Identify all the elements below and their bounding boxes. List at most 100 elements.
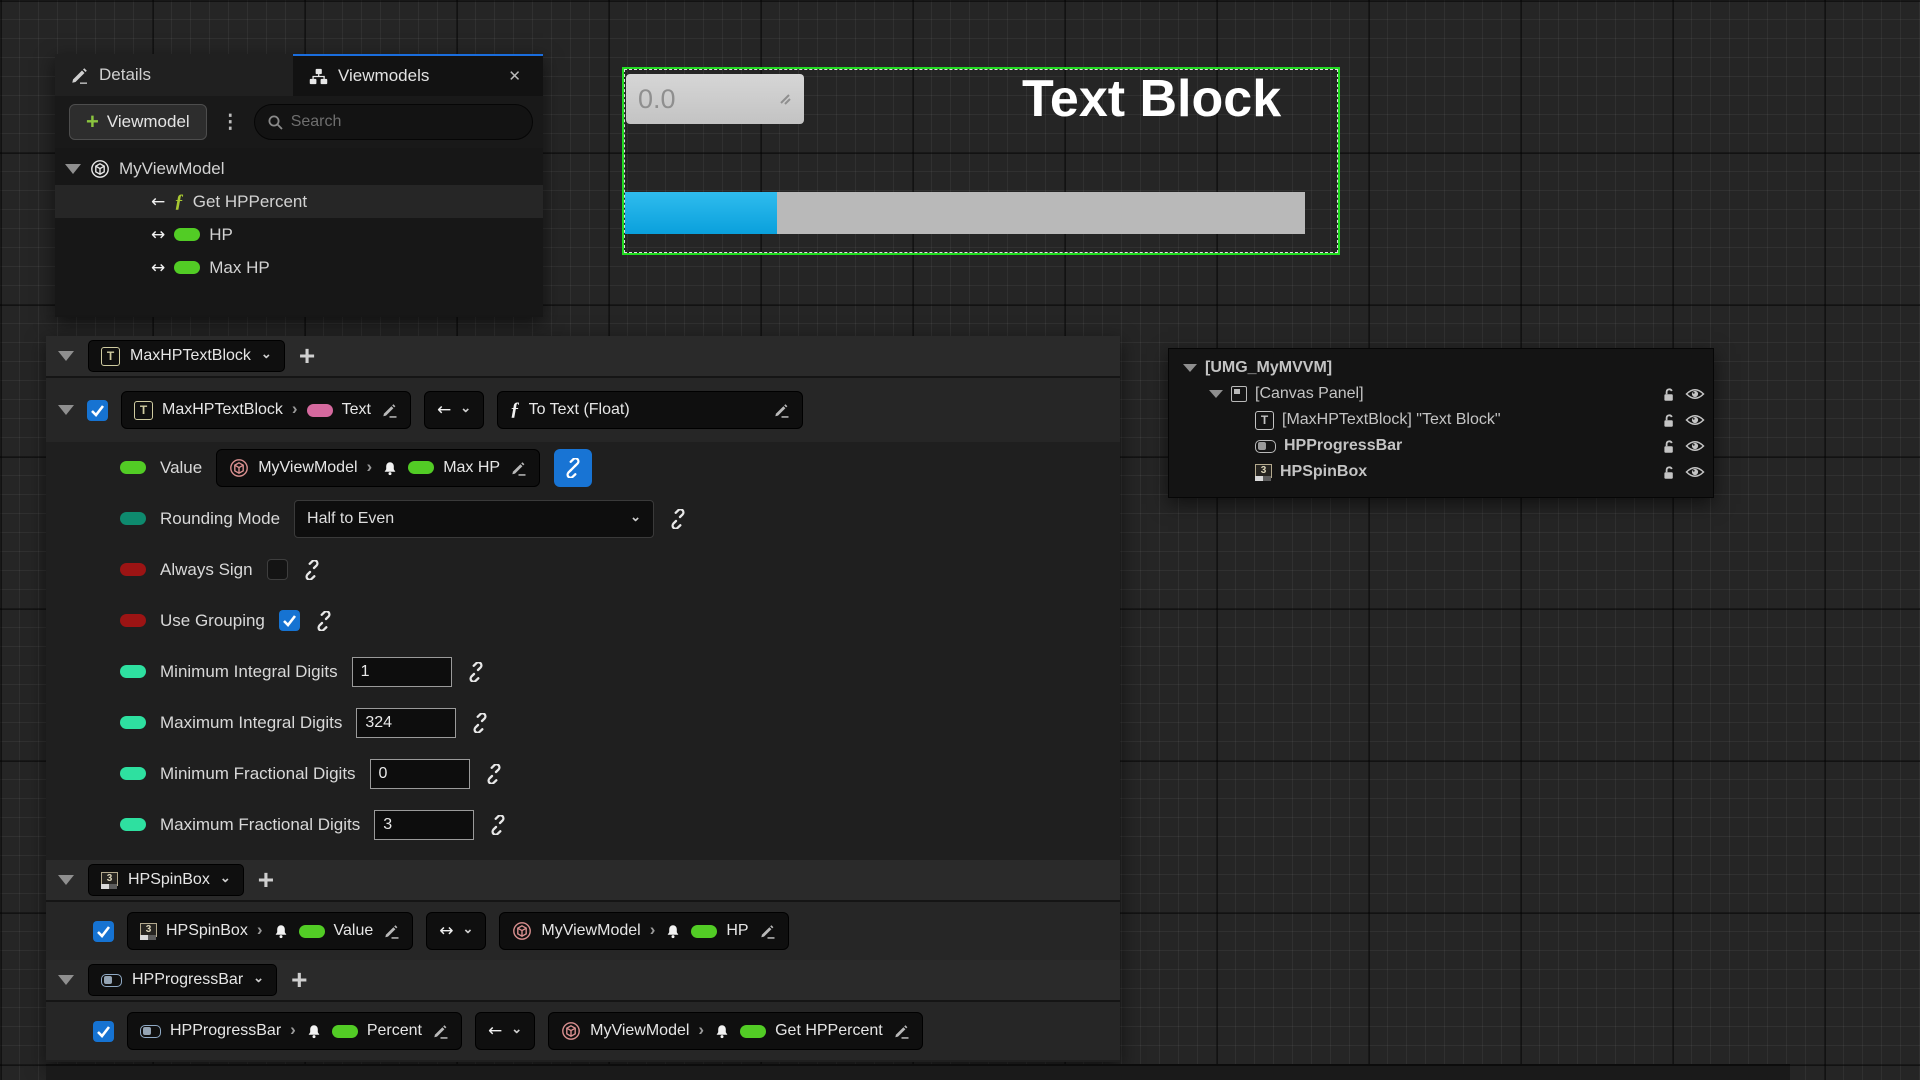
add-viewmodel-button[interactable]: Viewmodel <box>69 104 207 140</box>
bound-link-button[interactable] <box>554 449 592 487</box>
hp-spinbox-widget[interactable]: 0.0 <box>626 74 804 124</box>
hierarchy-item-progressbar[interactable]: HPProgressBar <box>1169 433 1705 459</box>
bind-link-icon[interactable] <box>668 509 688 529</box>
bind-link-icon[interactable] <box>302 560 322 580</box>
collapse-arrow-icon[interactable] <box>58 405 74 415</box>
hierarchy-item-textblock[interactable]: T [MaxHPTextBlock] "Text Block" <box>1169 407 1705 433</box>
close-tab-icon[interactable] <box>502 65 527 87</box>
edit-pencil-icon[interactable] <box>772 401 790 419</box>
edit-pencil-icon[interactable] <box>758 922 776 940</box>
bind-link-icon[interactable] <box>470 713 490 733</box>
max-integral-input[interactable] <box>356 708 456 738</box>
bind-link-icon[interactable] <box>314 611 334 631</box>
widget-select-spinbox[interactable]: 3 HPSpinBox <box>88 864 244 896</box>
collapse-arrow-icon[interactable] <box>1209 390 1223 398</box>
horizontal-scrollbar-track[interactable] <box>46 1064 1790 1080</box>
viewmodel-cube-icon <box>512 921 532 941</box>
min-fractional-input[interactable] <box>370 759 470 789</box>
collapse-arrow-icon[interactable] <box>65 164 81 174</box>
tab-viewmodels[interactable]: Viewmodels <box>293 54 543 96</box>
tab-details-label: Details <box>99 65 151 85</box>
collapse-arrow-icon[interactable] <box>58 875 74 885</box>
direction-dropdown[interactable]: ← <box>424 391 484 429</box>
hierarchy-item-root[interactable]: [UMG_MyMVVM] <box>1169 355 1705 381</box>
tree-item-hp[interactable]: ↔ HP <box>55 218 543 251</box>
tree-item-max-hp[interactable]: ↔ Max HP <box>55 251 543 284</box>
collapse-arrow-icon[interactable] <box>1183 364 1197 372</box>
bind-link-icon[interactable] <box>466 662 486 682</box>
edit-pencil-icon[interactable] <box>892 1022 910 1040</box>
source-chip-hp[interactable]: MyViewModel HP <box>499 912 788 950</box>
min-integral-input[interactable] <box>352 657 452 687</box>
widget-select-progressbar[interactable]: HPProgressBar <box>88 964 277 996</box>
tree-item-get-hppercent[interactable]: ← Get HPPercent <box>55 185 543 218</box>
collapse-arrow-icon[interactable] <box>58 351 74 361</box>
visibility-eye-icon[interactable] <box>1685 387 1705 401</box>
one-way-arrow-icon: ← <box>151 192 165 212</box>
hierarchy-item-spinbox[interactable]: 3 HPSpinBox <box>1169 459 1705 485</box>
add-binding-icon[interactable] <box>258 866 274 894</box>
lock-open-icon[interactable] <box>1660 412 1677 429</box>
direction-dropdown[interactable]: ← <box>475 1012 535 1050</box>
dest-widget-label: HPSpinBox <box>166 922 248 940</box>
visibility-eye-icon[interactable] <box>1685 465 1705 479</box>
maxhp-textblock-widget[interactable]: Text Block <box>1022 69 1342 131</box>
edit-pencil-icon[interactable] <box>431 1022 449 1040</box>
chevron-separator-icon <box>650 920 656 940</box>
hp-progressbar-widget[interactable] <box>625 192 1305 234</box>
bind-link-icon[interactable] <box>488 815 508 835</box>
source-chip-maxhp[interactable]: MyViewModel Max HP <box>216 449 540 487</box>
bind-link-icon[interactable] <box>484 764 504 784</box>
lock-open-icon[interactable] <box>1660 386 1677 403</box>
direction-dropdown[interactable]: ↔ <box>426 912 486 950</box>
chevron-down-icon <box>253 970 264 986</box>
visibility-eye-icon[interactable] <box>1685 413 1705 427</box>
lock-open-icon[interactable] <box>1660 464 1677 481</box>
binding-enabled-checkbox[interactable] <box>93 1021 114 1042</box>
prop-label: Minimum Fractional Digits <box>160 764 356 784</box>
source-viewmodel-label: MyViewModel <box>258 459 357 477</box>
textblock-icon: T <box>101 347 120 366</box>
add-binding-icon[interactable] <box>291 966 307 994</box>
destination-chip-progressbar-percent[interactable]: HPProgressBar Percent <box>127 1012 462 1050</box>
collapse-arrow-icon[interactable] <box>58 975 74 985</box>
source-property-label: HP <box>726 922 748 940</box>
source-viewmodel-label: MyViewModel <box>541 922 640 940</box>
source-chip-get-hppercent[interactable]: MyViewModel Get HPPercent <box>548 1012 923 1050</box>
int-pin-icon <box>120 767 146 780</box>
tree-item-myviewmodel[interactable]: MyViewModel <box>55 152 543 185</box>
tab-details[interactable]: Details <box>55 54 293 96</box>
destination-chip-spinbox-value[interactable]: 3 HPSpinBox Value <box>127 912 413 950</box>
edit-pencil-icon[interactable] <box>382 922 400 940</box>
edit-pencil-icon[interactable] <box>380 401 398 419</box>
binding-row-textblock: T MaxHPTextBlock Text ← To Text (Float) <box>46 378 1120 442</box>
visibility-eye-icon[interactable] <box>1685 439 1705 453</box>
tab-viewmodels-label: Viewmodels <box>338 66 429 86</box>
edit-pencil-icon[interactable] <box>509 459 527 477</box>
always-sign-checkbox[interactable] <box>267 559 288 580</box>
hierarchy-item-canvas-panel[interactable]: [Canvas Panel] <box>1169 381 1705 407</box>
max-fractional-input[interactable] <box>374 810 474 840</box>
binding-enabled-checkbox[interactable] <box>93 921 114 942</box>
spinbox-resize-icon <box>778 92 792 106</box>
search-input[interactable] <box>291 113 520 131</box>
prop-row-max-fractional: Maximum Fractional Digits <box>46 799 1120 850</box>
progressbar-icon <box>140 1025 161 1038</box>
add-binding-icon[interactable] <box>299 342 315 370</box>
dest-property-label: Value <box>334 922 374 940</box>
prop-label: Use Grouping <box>160 611 265 631</box>
chevron-separator-icon <box>257 920 263 940</box>
conversion-function-chip[interactable]: To Text (Float) <box>497 391 803 429</box>
destination-chip-textblock-text[interactable]: T MaxHPTextBlock Text <box>121 391 411 429</box>
property-pill-icon <box>408 461 434 474</box>
widget-select-label: MaxHPTextBlock <box>130 347 251 365</box>
one-way-arrow-icon: ← <box>488 1021 502 1041</box>
kebab-menu-icon[interactable] <box>217 111 244 134</box>
lock-open-icon[interactable] <box>1660 438 1677 455</box>
use-grouping-checkbox[interactable] <box>279 610 300 631</box>
notify-bell-icon <box>713 1023 731 1039</box>
binding-enabled-checkbox[interactable] <box>87 400 108 421</box>
dest-widget-label: HPProgressBar <box>170 1022 281 1040</box>
widget-select-textblock[interactable]: T MaxHPTextBlock <box>88 340 285 372</box>
rounding-mode-dropdown[interactable]: Half to Even <box>294 500 654 538</box>
